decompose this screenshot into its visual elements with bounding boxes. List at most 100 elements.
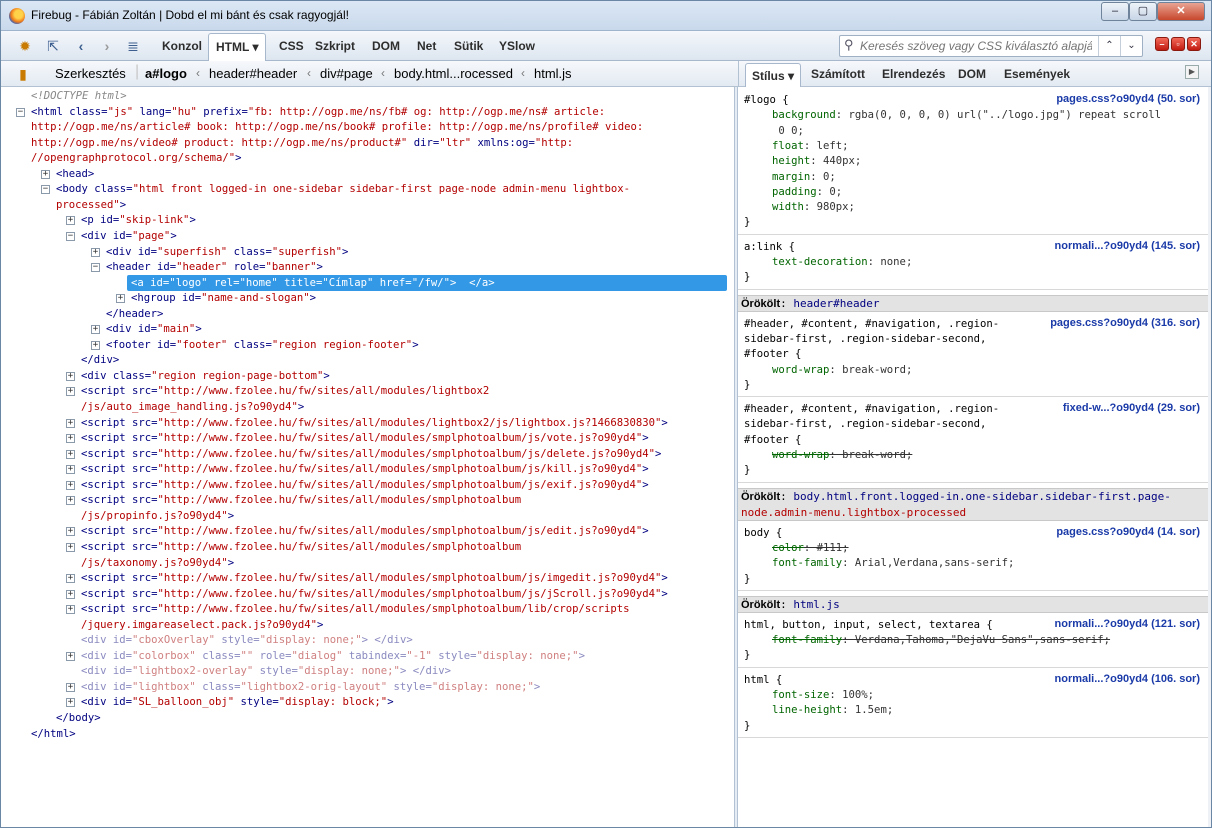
expand-node-icon[interactable]: + (66, 542, 75, 552)
tab-css[interactable]: CSS (279, 39, 304, 53)
html-tree-line[interactable]: <head> (56, 167, 94, 181)
expand-node-icon[interactable]: + (66, 574, 75, 584)
side-panel-scroll-icon[interactable]: ▶ (1185, 65, 1199, 79)
css-selector-line[interactable]: #footer { (744, 433, 801, 448)
css-selector-line[interactable]: } (744, 719, 750, 734)
css-property-line[interactable]: padding: 0; (772, 185, 842, 200)
expand-node-icon[interactable]: + (116, 294, 125, 304)
html-tree-line[interactable]: <script src="http://www.fzolee.hu/fw/sit… (81, 416, 668, 430)
css-property-line[interactable]: font-family: Arial,Verdana,sans-serif; (772, 556, 1014, 571)
html-tree-line[interactable]: <div id="colorbox" class="" role="dialog… (81, 649, 585, 663)
html-tree-line[interactable]: //opengraphprotocol.org/schema/"> (31, 151, 242, 165)
css-selector-line[interactable]: } (744, 215, 750, 230)
expand-node-icon[interactable]: + (66, 527, 75, 537)
firebug-close-icon[interactable]: ✕ (1187, 37, 1201, 51)
html-tree-line[interactable]: processed"> (56, 198, 126, 212)
html-tree-line[interactable]: http://ogp.me/ns/video# product: http://… (31, 136, 573, 150)
html-tree-line[interactable]: </div> (81, 353, 119, 367)
breadcrumb-header[interactable]: header#header (209, 66, 297, 81)
expand-node-icon[interactable]: + (66, 496, 75, 506)
html-tree-line[interactable]: <footer id="footer" class="region region… (106, 338, 419, 352)
css-selector-line[interactable]: } (744, 572, 750, 587)
firebug-icon[interactable]: ✹ (15, 37, 35, 55)
stylesheet-source-link[interactable]: fixed-w...?o90yd4 (29. sor) (1063, 402, 1200, 414)
expand-node-icon[interactable]: + (91, 325, 100, 335)
html-tree-line[interactable]: /js/propinfo.js?o90yd4"> (81, 509, 234, 523)
css-selector-line[interactable]: } (744, 463, 750, 478)
css-selector-line[interactable]: #header, #content, #navigation, .region- (744, 402, 999, 417)
firebug-minimize-icon[interactable]: – (1155, 37, 1169, 51)
expand-node-icon[interactable]: + (66, 449, 75, 459)
html-tree-line[interactable]: <div id="superfish" class="superfish"> (106, 245, 348, 259)
html-tree-line[interactable]: </body> (56, 711, 101, 725)
html-tree-line[interactable]: <html class="js" lang="hu" prefix="fb: h… (31, 105, 605, 119)
expand-node-icon[interactable]: + (91, 247, 100, 257)
tab-szamitott[interactable]: Számított (811, 67, 865, 81)
tab-elrendezes[interactable]: Elrendezés (882, 67, 945, 81)
css-property-line[interactable]: margin: 0; (772, 170, 836, 185)
html-tree-line[interactable]: <script src="http://www.fzolee.hu/fw/sit… (81, 524, 649, 538)
breadcrumb-body[interactable]: body.html...rocessed (394, 66, 513, 81)
expand-node-icon[interactable]: + (66, 698, 75, 708)
html-tree-line[interactable]: <script src="http://www.fzolee.hu/fw/sit… (81, 462, 649, 476)
html-tree-line[interactable]: <script src="http://www.fzolee.hu/fw/sit… (81, 571, 668, 585)
expand-node-icon[interactable]: + (66, 371, 75, 381)
expand-node-icon[interactable]: + (66, 605, 75, 615)
html-tree-line[interactable]: <script src="http://www.fzolee.hu/fw/sit… (81, 478, 649, 492)
minimize-button[interactable]: – (1101, 2, 1129, 21)
css-selector-line[interactable]: sidebar-first, .region-sidebar-second, (744, 417, 986, 432)
inherited-selector-continued[interactable]: node.admin-menu.lightbox-processed (738, 506, 966, 519)
html-tree-line[interactable]: <!DOCTYPE html> (31, 89, 127, 103)
inherited-selector[interactable]: body.html.front.logged-in.one-sidebar.si… (793, 490, 1171, 503)
maximize-button[interactable]: ▢ (1129, 2, 1157, 21)
tab-szkript[interactable]: Szkript (315, 39, 355, 53)
css-property-line[interactable]: width: 980px; (772, 200, 855, 215)
tab-stilus[interactable]: Stílus ▾ (745, 63, 802, 88)
css-selector-line[interactable]: #logo { (744, 93, 789, 108)
stylesheet-source-link[interactable]: pages.css?o90yd4 (14. sor) (1056, 526, 1200, 538)
edit-button[interactable]: Szerkesztés (55, 66, 126, 81)
css-property-line[interactable]: height: 440px; (772, 154, 861, 169)
tab-net[interactable]: Net (417, 39, 436, 53)
html-tree-line[interactable]: /js/taxonomy.js?o90yd4"> (81, 556, 234, 570)
css-selector-line[interactable]: body { (744, 526, 782, 541)
html-tree-line[interactable]: <div class="region region-page-bottom"> (81, 369, 330, 383)
html-tree-line[interactable]: <div id="cboxOverlay" style="display: no… (81, 633, 413, 647)
expand-node-icon[interactable]: + (66, 589, 75, 599)
css-property-line[interactable]: font-size: 100%; (772, 688, 874, 703)
html-tree-line[interactable]: /jquery.imgareaselect.pack.js?o90yd4"> (81, 618, 323, 632)
close-button[interactable]: ✕ (1157, 2, 1205, 21)
stylesheet-source-link[interactable]: normali...?o90yd4 (121. sor) (1055, 618, 1201, 630)
html-tree-line[interactable]: <script src="http://www.fzolee.hu/fw/sit… (81, 384, 489, 398)
style-scrollbar[interactable] (1208, 87, 1211, 827)
inherited-selector[interactable]: html.js (793, 598, 839, 611)
html-tree-line[interactable]: <body class="html front logged-in one-si… (56, 182, 630, 196)
css-property-line[interactable]: 0 0; (772, 124, 804, 139)
tab-dom[interactable]: DOM (372, 39, 400, 53)
forward-icon[interactable]: › (97, 37, 117, 55)
inherited-selector[interactable]: header#header (793, 297, 879, 310)
css-selector-line[interactable]: #header, #content, #navigation, .region- (744, 317, 999, 332)
html-tree-panel[interactable]: <!DOCTYPE html> − <html class="js" lang="h… (1, 87, 734, 827)
html-tree-line[interactable]: </header> (106, 307, 163, 321)
firebug-detach-icon[interactable]: ▫ (1171, 37, 1185, 51)
css-property-line[interactable]: word-wrap: break-word; (772, 363, 912, 378)
style-panel[interactable]: pages.css?o90yd4 (50. sor) #logo {backgro… (738, 87, 1208, 827)
expand-node-icon[interactable]: + (41, 169, 50, 179)
css-property-line[interactable]: line-height: 1.5em; (772, 703, 893, 718)
stylesheet-source-link[interactable]: pages.css?o90yd4 (316. sor) (1050, 317, 1200, 329)
html-tree-line[interactable]: <div id="main"> (106, 322, 202, 336)
html-tree-line[interactable]: <div id="lightbox" class="lightbox2-orig… (81, 680, 540, 694)
expand-node-icon[interactable]: + (66, 418, 75, 428)
html-tree-line[interactable]: <script src="http://www.fzolee.hu/fw/sit… (81, 493, 521, 507)
tab-yslow[interactable]: YSlow (499, 39, 535, 53)
css-selector-line[interactable]: html { (744, 673, 782, 688)
css-property-line[interactable]: font-family: Verdana,Tahoma,"DejaVu Sans… (772, 633, 1110, 648)
console-toggle-icon[interactable]: ≣ (123, 37, 143, 55)
breadcrumb-div-page[interactable]: div#page (320, 66, 373, 81)
collapse-node-icon[interactable]: − (16, 107, 25, 117)
expand-node-icon[interactable]: + (66, 465, 75, 475)
html-tree-line[interactable]: <div id="SL_balloon_obj" style="display:… (81, 695, 394, 709)
tab-side-dom[interactable]: DOM (958, 67, 986, 81)
css-property-line[interactable]: background: rgba(0, 0, 0, 0) url("../log… (772, 108, 1161, 123)
